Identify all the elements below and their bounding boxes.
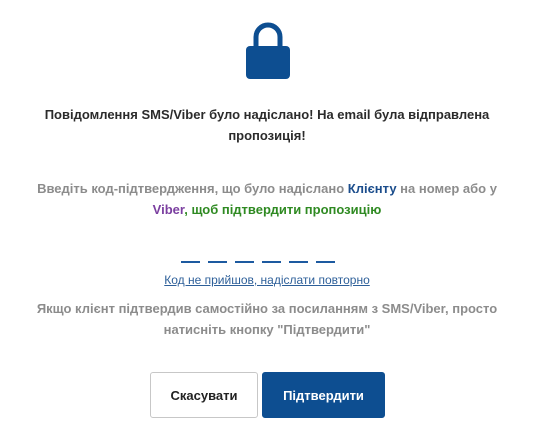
code-digit-1[interactable] — [181, 247, 200, 263]
code-digit-3[interactable] — [235, 247, 254, 263]
verification-code-inputs — [181, 247, 335, 263]
lock-icon — [245, 22, 291, 80]
resend-code-link[interactable]: Код не прийшов, надіслати повторно — [164, 273, 370, 287]
confirm-button[interactable]: Підтвердити — [262, 372, 385, 418]
instruction-part-3: , щоб підтвердити пропозицію — [184, 202, 382, 217]
instruction-text: Введіть код-підтвердження, що було надіс… — [20, 178, 514, 220]
code-digit-2[interactable] — [208, 247, 227, 263]
instruction-part-2: на номер або у — [396, 181, 497, 196]
cancel-button[interactable]: Скасувати — [150, 372, 258, 418]
resend-row: Код не прийшов, надіслати повторно — [20, 272, 514, 288]
self-confirm-note: Якщо клієнт підтвердив самостійно за пос… — [36, 301, 498, 337]
code-digit-6[interactable] — [316, 247, 335, 263]
client-word: Клієнту — [347, 181, 397, 196]
sent-message-headline: Повідомлення SMS/Viber було надіслано! Н… — [44, 107, 490, 143]
viber-word: Viber — [152, 202, 185, 217]
code-digit-5[interactable] — [289, 247, 308, 263]
instruction-part-1: Введіть код-підтвердження, що було надіс… — [37, 181, 348, 196]
code-digit-4[interactable] — [262, 247, 281, 263]
